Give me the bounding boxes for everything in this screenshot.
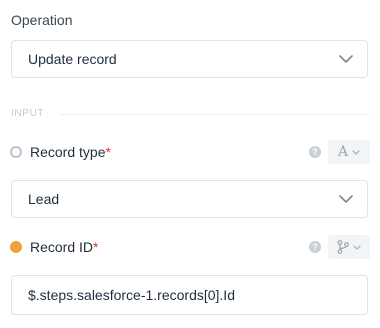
operation-select-value: Update record [28, 51, 117, 67]
section-divider [60, 114, 370, 115]
help-icon[interactable]: ? [309, 146, 321, 158]
chevron-down-icon [352, 149, 360, 155]
input-section-label: INPUT [11, 108, 44, 119]
field-type-toggle-button[interactable] [328, 235, 370, 259]
record-id-status-dot [10, 241, 22, 253]
chevron-down-icon [339, 52, 353, 66]
record-id-input[interactable]: $.steps.salesforce-1.records[0].Id [11, 275, 368, 315]
field-type-toggle-button[interactable]: A [328, 140, 370, 164]
required-asterisk: * [105, 144, 111, 160]
record-id-label: Record ID* [30, 239, 99, 255]
record-type-status-dot [10, 146, 22, 158]
record-type-select[interactable]: Lead [11, 180, 368, 218]
record-id-input-value: $.steps.salesforce-1.records[0].Id [28, 287, 235, 303]
record-type-select-value: Lead [28, 191, 60, 207]
text-type-icon: A [337, 144, 349, 160]
help-icon[interactable]: ? [309, 241, 321, 253]
record-type-row: Record type* ? A [10, 140, 370, 164]
branch-icon [337, 240, 349, 254]
operation-label: Operation [11, 12, 73, 28]
required-asterisk: * [93, 239, 99, 255]
chevron-down-icon [339, 192, 353, 206]
record-id-row: Record ID* ? [10, 235, 370, 259]
record-type-label: Record type* [30, 144, 111, 160]
operation-select[interactable]: Update record [11, 40, 368, 78]
chevron-down-icon [353, 244, 361, 250]
